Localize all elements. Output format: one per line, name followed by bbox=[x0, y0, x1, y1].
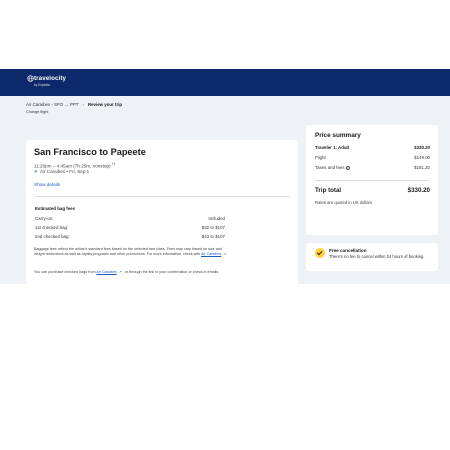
chevron-right-icon: › bbox=[82, 102, 84, 107]
bag-value: Included bbox=[208, 216, 225, 221]
bag-row-carry-on: Carry-on: Included bbox=[35, 216, 225, 221]
price-summary-card: Price summary Traveler 1: Adult $330.20 … bbox=[306, 125, 438, 235]
trip-total-value: $330.20 bbox=[407, 187, 430, 194]
airline-logo-icon: ✈ bbox=[34, 169, 38, 174]
airline-link[interactable]: Air Caraibes bbox=[201, 252, 221, 256]
cancellation-text: There's no fee to cancel within 24 hours… bbox=[329, 254, 425, 259]
checkmark-icon bbox=[315, 248, 325, 258]
bag-purchase-note: You can purchase checked bags from Air C… bbox=[34, 269, 234, 276]
bag-row-first-checked: 1st checked bag: $32 to $107 bbox=[35, 225, 225, 230]
day-offset: +1 bbox=[111, 162, 116, 166]
bag-fee-disclaimer: Baggage fees reflect the airline's stand… bbox=[34, 247, 230, 257]
trip-total-row: Trip total $330.20 bbox=[315, 187, 430, 194]
brand-name: travelocity bbox=[34, 75, 67, 82]
purchase-text: You can purchase checked bags from bbox=[34, 270, 96, 274]
breadcrumb-current: Review your trip bbox=[87, 102, 123, 107]
airline-link[interactable]: Air Caraibes bbox=[96, 270, 116, 274]
divider bbox=[34, 196, 290, 197]
traveler-row: Traveler 1: Adult $330.20 bbox=[315, 145, 430, 150]
info-icon[interactable]: i bbox=[345, 165, 351, 171]
divider bbox=[315, 180, 430, 181]
taxes-value: $181.20 bbox=[414, 165, 430, 170]
bag-value: $32 to $107 bbox=[201, 225, 225, 230]
currency-note: Rates are quoted in US dollars bbox=[315, 200, 373, 205]
free-cancellation-card: Free cancellation There's no fee to canc… bbox=[306, 243, 438, 271]
flight-title: San Francisco to Papeete bbox=[34, 147, 146, 157]
globe-icon bbox=[27, 75, 34, 82]
price-summary-title: Price summary bbox=[315, 132, 361, 139]
traveler-value: $330.20 bbox=[414, 145, 430, 150]
flight-price-label: Flight bbox=[315, 155, 326, 160]
breadcrumb: Air Caraibes - SFO → PPT › Review your tri… bbox=[26, 102, 122, 107]
flight-price-row: Flight $149.00 bbox=[315, 155, 430, 160]
trip-total-label: Trip total bbox=[315, 187, 342, 194]
taxes-row: Taxes and fees i $181.20 bbox=[315, 165, 430, 171]
cancellation-title: Free cancellation bbox=[329, 248, 367, 253]
brand-logo[interactable]: travelocity by Expedia bbox=[27, 74, 97, 94]
bag-value: $43 to $107 bbox=[201, 234, 225, 239]
flight-price-value: $149.00 bbox=[414, 155, 430, 160]
taxes-label: Taxes and fees bbox=[315, 165, 345, 170]
disclaimer-text: Baggage fees reflect the airline's stand… bbox=[34, 247, 222, 257]
breadcrumb-route[interactable]: Air Caraibes - SFO → PPT bbox=[26, 102, 78, 107]
flight-card: San Francisco to Papeete 11:20pm – 4:45a… bbox=[26, 140, 298, 290]
bag-label: 2nd checked bag: bbox=[35, 234, 70, 239]
flight-airline: ✈ Air Caraibes • Fri, Sep 1 bbox=[34, 169, 89, 175]
traveler-label: Traveler 1: Adult bbox=[315, 145, 350, 150]
bag-label: 1st checked bag: bbox=[35, 225, 69, 230]
flight-time: 11:20pm – 4:45am (7h 25m, nonstop) +1 bbox=[34, 162, 116, 169]
purchase-text-end: or through the link in your confirmation… bbox=[124, 270, 220, 274]
bag-label: Carry-on: bbox=[35, 216, 54, 221]
flight-time-text: 11:20pm – 4:45am (7h 25m, nonstop) bbox=[34, 163, 111, 169]
airline-text: Air Caraibes • Fri, Sep 1 bbox=[39, 169, 90, 174]
brand-sub: by Expedia bbox=[34, 83, 50, 87]
bag-row-second-checked: 2nd checked bag: $43 to $107 bbox=[35, 234, 225, 239]
external-link-icon: ↗ bbox=[223, 252, 227, 257]
bag-fees-title: Estimated bag fees bbox=[35, 206, 76, 211]
top-blank-area bbox=[0, 0, 450, 69]
show-details-link[interactable]: Show details bbox=[34, 182, 60, 187]
change-flight-link[interactable]: Change flight bbox=[26, 110, 48, 114]
external-link-icon: ↗ bbox=[118, 270, 122, 274]
